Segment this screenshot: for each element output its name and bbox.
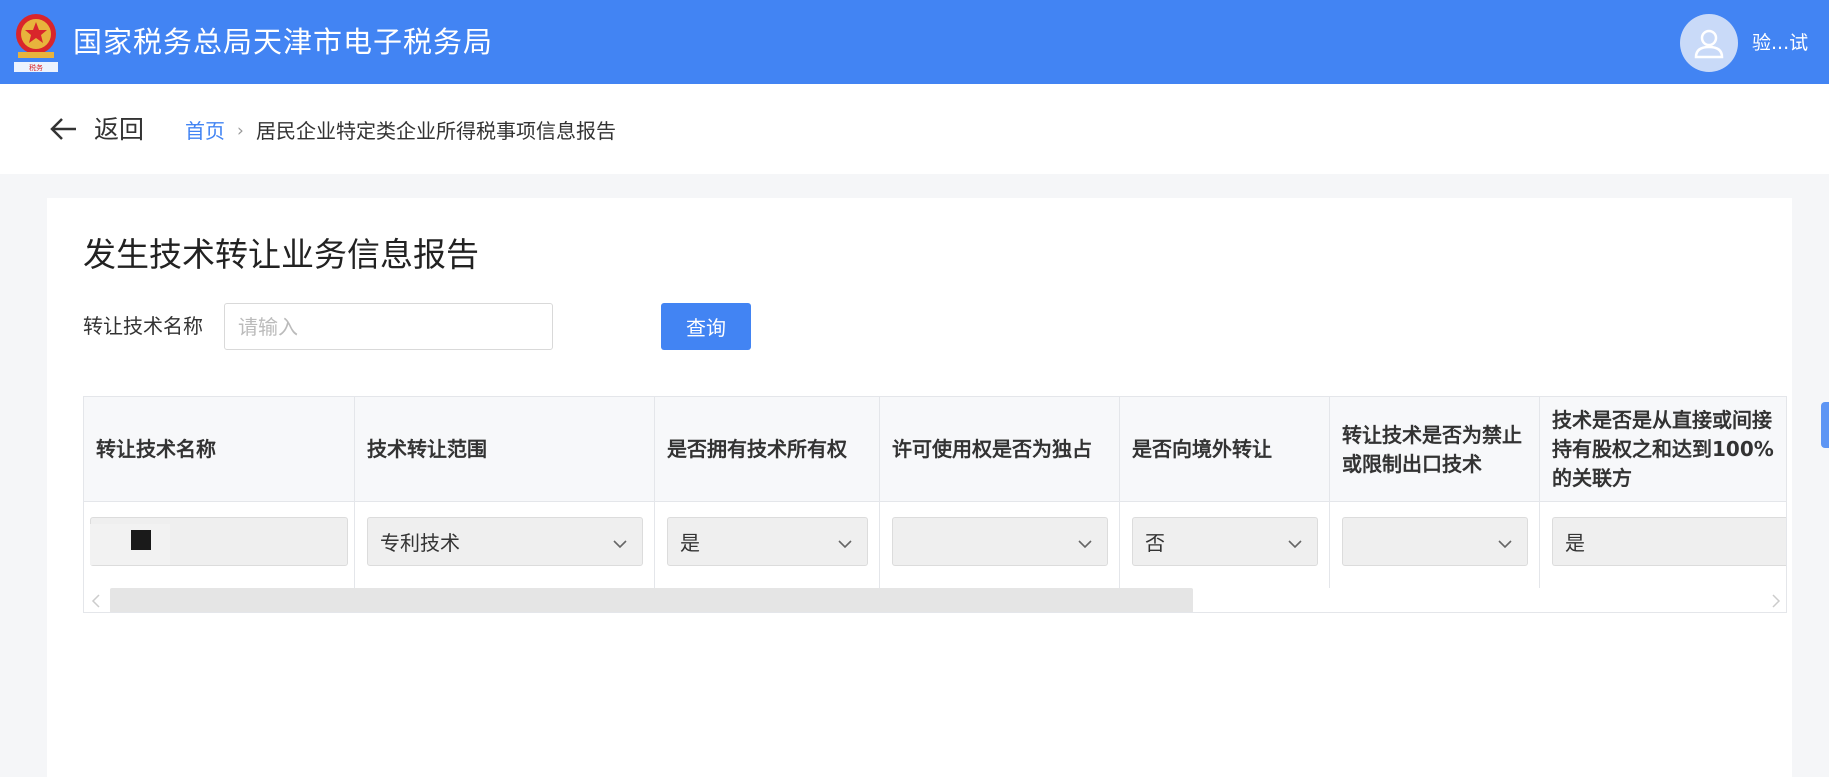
chevron-down-icon <box>1287 533 1303 549</box>
cell-overseas: 否 <box>1120 502 1330 588</box>
chevron-down-icon <box>1497 533 1513 549</box>
redaction-mark <box>131 530 151 550</box>
cell-tech-name <box>84 502 355 588</box>
top-header: 税务 国家税务总局天津市电子税务局 验...试 <box>0 0 1829 84</box>
column-header: 许可使用权是否为独占 <box>880 397 1120 502</box>
column-header: 转让技术是否为禁止或限制出口技术 <box>1330 397 1540 502</box>
table-header: 转让技术名称 技术转让范围 是否拥有技术所有权 许可使用权是否为独占 是否向境外… <box>84 397 1786 502</box>
breadcrumb-current: 居民企业特定类企业所得税事项信息报告 <box>256 119 616 143</box>
column-header: 是否向境外转让 <box>1120 397 1330 502</box>
chevron-down-icon <box>612 533 628 549</box>
scope-select[interactable]: 专利技术 <box>367 517 643 566</box>
tech-transfer-table: 转让技术名称 技术转让范围 是否拥有技术所有权 许可使用权是否为独占 是否向境外… <box>83 396 1787 613</box>
column-header: 技术转让范围 <box>355 397 655 502</box>
username[interactable]: 验...试 <box>1752 30 1808 56</box>
column-header: 转让技术名称 <box>84 397 355 502</box>
back-button[interactable]: 返回 <box>94 113 144 147</box>
related-party-select[interactable]: 是 <box>1552 517 1786 566</box>
user-avatar-icon[interactable] <box>1680 14 1738 72</box>
chevron-down-icon <box>1077 533 1093 549</box>
own-tech-select[interactable]: 是 <box>667 517 868 566</box>
chevron-down-icon <box>837 533 853 549</box>
exclusive-license-select[interactable] <box>892 517 1108 566</box>
overseas-value: 否 <box>1145 531 1165 555</box>
breadcrumb-home[interactable]: 首页 <box>185 117 225 145</box>
column-header: 技术是否是从直接或间接持有股权之和达到100%的关联方 <box>1552 408 1774 490</box>
column-header: 是否拥有技术所有权 <box>655 397 880 502</box>
svg-text:税务: 税务 <box>29 63 43 72</box>
query-button[interactable]: 查询 <box>661 303 751 350</box>
horizontal-scrollbar[interactable] <box>84 588 1786 612</box>
chevron-left-icon[interactable] <box>90 593 102 608</box>
cell-own-tech: 是 <box>655 502 880 588</box>
filter-label: 转让技术名称 <box>83 314 203 338</box>
national-emblem-icon: 税务 <box>10 10 62 74</box>
redacted-area <box>90 524 170 565</box>
table-row: 专利技术 是 否 是 <box>84 502 1786 588</box>
arrow-left-icon[interactable] <box>48 114 80 144</box>
chevron-right-icon[interactable] <box>1770 593 1782 608</box>
scrollbar-thumb[interactable] <box>110 588 1193 612</box>
page-title: 发生技术转让业务信息报告 <box>83 235 479 274</box>
overseas-select[interactable]: 否 <box>1132 517 1318 566</box>
scope-value: 专利技术 <box>380 531 460 555</box>
site-title: 国家税务总局天津市电子税务局 <box>73 25 494 59</box>
related-party-value: 是 <box>1565 531 1585 555</box>
tech-name-search-input[interactable] <box>224 303 553 350</box>
restricted-export-select[interactable] <box>1342 517 1528 566</box>
own-tech-value: 是 <box>680 531 700 555</box>
cell-related-party: 是 <box>1540 502 1786 588</box>
side-float-tab[interactable] <box>1821 402 1829 448</box>
breadcrumb-separator: › <box>237 121 244 141</box>
cell-exclusive-license <box>880 502 1120 588</box>
cell-scope: 专利技术 <box>355 502 655 588</box>
cell-restricted-export <box>1330 502 1540 588</box>
